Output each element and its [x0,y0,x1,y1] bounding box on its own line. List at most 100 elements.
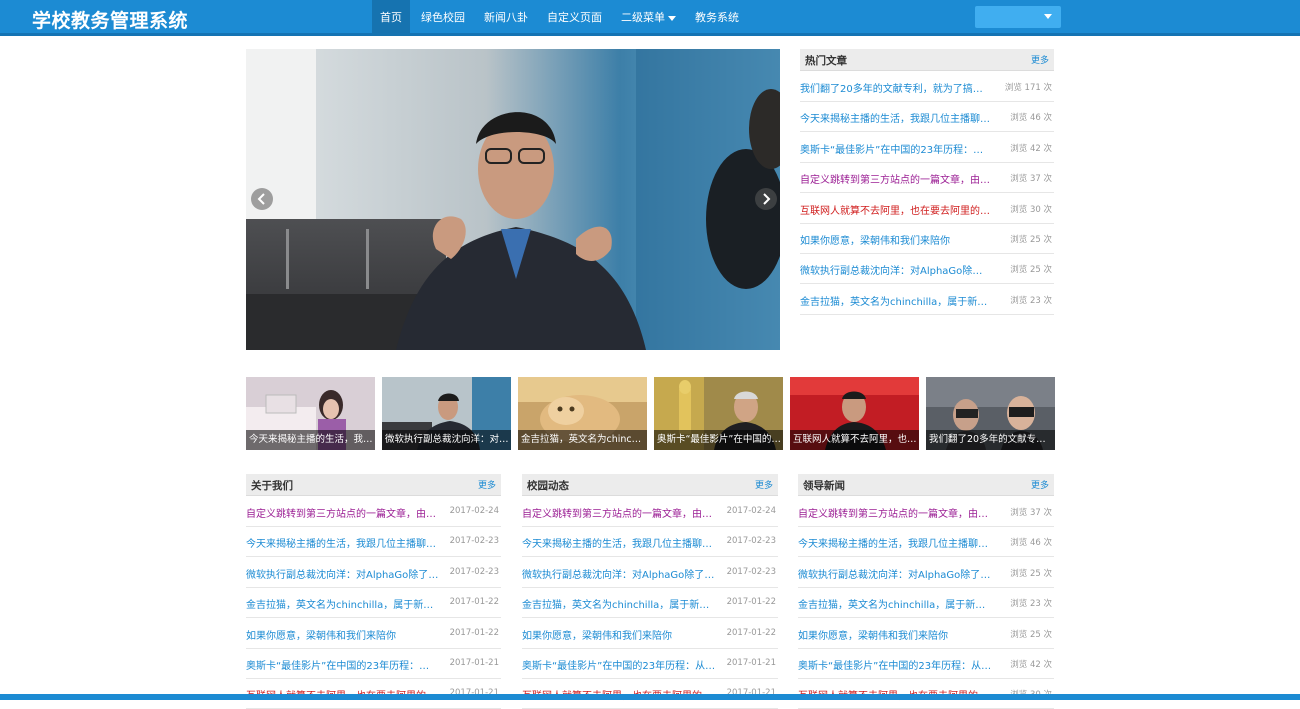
article-link[interactable]: 如果你愿意，梁朝伟和我们来陪你 [246,627,439,642]
article-meta: 2017-02-23 [449,566,499,577]
chevron-left-icon [257,193,265,205]
more-link[interactable]: 更多 [1031,53,1049,66]
list-item[interactable]: 微软执行副总裁沈向洋：对AlphaGo除了敬… 2017-02-23 [246,558,501,588]
list-item[interactable]: 金吉拉猫，英文名为chinchilla，属于新品种… 浏览 23 次 [800,285,1054,315]
carousel-next-button[interactable] [755,188,777,210]
nav-item-home[interactable]: 首页 [372,0,410,36]
article-meta: 浏览 30 次 [1010,204,1052,215]
article-link[interactable]: 自定义跳转到第三方站点的一篇文章，由于… [522,505,716,520]
article-link[interactable]: 微软执行副总裁沈向洋：对AlphaGo除了敬… [246,566,439,581]
list-item[interactable]: 奥斯卡“最佳影片”在中国的23年历程：从亡… 2017-01-21 [522,649,778,679]
nav-item-green-campus[interactable]: 绿色校园 [413,0,473,36]
hot-articles-header: 热门文章 更多 [800,49,1054,71]
article-link[interactable]: 今天来揭秘主播的生活，我跟几位主播聊了… [522,535,716,550]
nav-label: 绿色校园 [421,11,465,24]
list-item[interactable]: 微软执行副总裁沈向洋：对AlphaGo除了敬… 浏览 25 次 [798,558,1054,588]
article-meta: 2017-02-23 [726,566,776,577]
article-link[interactable]: 微软执行副总裁沈向洋：对AlphaGo除了敬… [798,566,992,581]
article-link[interactable]: 奥斯卡“最佳影片”在中国的23年历程：从亡… [522,657,716,672]
leader-news-header: 领导新闻 更多 [798,474,1054,496]
list-item[interactable]: 微软执行副总裁沈向洋：对AlphaGo除了敬… 2017-02-23 [522,558,778,588]
chevron-down-icon [668,15,676,21]
article-meta: 浏览 46 次 [1010,538,1052,549]
article-meta: 2017-01-21 [449,658,499,668]
list-item[interactable]: 如果你愿意，梁朝伟和我们来陪你 浏览 25 次 [798,619,1054,649]
article-meta: 浏览 25 次 [1010,235,1052,245]
main-nav: 首页 绿色校园 新闻八卦 自定义页面 二级菜单 教务系统 [372,0,750,36]
nav-label: 教务系统 [695,11,739,24]
site-logo[interactable]: 学校教务管理系统 [32,6,188,32]
more-link[interactable]: 更多 [478,478,496,491]
more-link[interactable]: 更多 [755,478,773,491]
article-meta: 浏览 46 次 [1010,113,1052,124]
thumbnail-item[interactable]: 我们翻了20多年的文献专利，就为了搞清楚 [926,377,1055,450]
article-link[interactable]: 金吉拉猫，英文名为chinchilla，属于新品种… [246,596,439,611]
list-item[interactable]: 如果你愿意，梁朝伟和我们来陪你 2017-01-22 [246,619,501,649]
list-item[interactable]: 奥斯卡“最佳影片”在中国的23年历程：从亡… 浏览 42 次 [798,649,1054,679]
list-item[interactable]: 我们翻了20多年的文献专利，就为了搞清楚… 浏览 171 次 [800,72,1054,102]
list-item[interactable]: 今天来揭秘主播的生活，我跟几位主播聊了… 浏览 46 次 [800,102,1054,133]
nav-item-news-gossip[interactable]: 新闻八卦 [476,0,536,36]
nav-label: 自定义页面 [547,11,602,24]
article-meta: 浏览 42 次 [1010,143,1052,154]
article-link[interactable]: 今天来揭秘主播的生活，我跟几位主播聊了… [800,110,992,125]
thumbnail-caption: 互联网人就算不去阿里，也在要去阿里的路 [790,430,919,450]
nav-item-submenu[interactable]: 二级菜单 [613,0,684,36]
list-item[interactable]: 自定义跳转到第三方站点的一篇文章，由于… 2017-02-24 [246,497,501,527]
list-item[interactable]: 金吉拉猫，英文名为chinchilla，属于新品种… 2017-01-22 [522,588,778,619]
list-item[interactable]: 今天来揭秘主播的生活，我跟几位主播聊了… 浏览 46 次 [798,527,1054,558]
thumbnail-caption: 今天来揭秘主播的生活，我跟几位主播聊了 [246,430,375,450]
article-link[interactable]: 今天来揭秘主播的生活，我跟几位主播聊了… [246,535,439,550]
article-link[interactable]: 奥斯卡“最佳影片”在中国的23年历程：从亡… [246,657,439,672]
article-meta: 2017-02-24 [449,506,499,516]
article-link[interactable]: 如果你愿意，梁朝伟和我们来陪你 [800,232,992,247]
article-link[interactable]: 金吉拉猫，英文名为chinchilla，属于新品种… [798,596,992,611]
article-link[interactable]: 我们翻了20多年的文献专利，就为了搞清楚… [800,80,992,95]
article-link[interactable]: 金吉拉猫，英文名为chinchilla，属于新品种… [800,293,992,308]
carousel-image [246,49,780,350]
article-link[interactable]: 今天来揭秘主播的生活，我跟几位主播聊了… [798,535,992,550]
carousel-prev-button[interactable] [251,188,273,210]
list-item[interactable]: 自定义跳转到第三方站点的一篇文章，由于… 浏览 37 次 [800,163,1054,194]
article-link[interactable]: 自定义跳转到第三方站点的一篇文章，由于… [246,505,439,520]
article-link[interactable]: 自定义跳转到第三方站点的一篇文章，由于… [798,505,992,520]
list-item[interactable]: 微软执行副总裁沈向洋：对AlphaGo除了敬… 浏览 25 次 [800,254,1054,285]
list-item[interactable]: 自定义跳转到第三方站点的一篇文章，由于… 2017-02-24 [522,497,778,527]
article-link[interactable]: 如果你愿意，梁朝伟和我们来陪你 [522,627,716,642]
article-link[interactable]: 微软执行副总裁沈向洋：对AlphaGo除了敬… [800,262,992,277]
article-link[interactable]: 微软执行副总裁沈向洋：对AlphaGo除了敬… [522,566,716,581]
list-item[interactable]: 如果你愿意，梁朝伟和我们来陪你 2017-01-22 [522,619,778,649]
panel-title: 关于我们 [251,480,293,492]
list-item[interactable]: 如果你愿意，梁朝伟和我们来陪你 浏览 25 次 [800,224,1054,254]
nav-label: 首页 [380,11,402,24]
nav-item-custom-page[interactable]: 自定义页面 [539,0,610,36]
more-link[interactable]: 更多 [1031,478,1049,491]
list-item[interactable]: 奥斯卡“最佳影片”在中国的23年历程：从亡… 浏览 42 次 [800,133,1054,163]
thumbnail-item[interactable]: 今天来揭秘主播的生活，我跟几位主播聊了 [246,377,375,450]
thumbnail-item[interactable]: 互联网人就算不去阿里，也在要去阿里的路 [790,377,919,450]
article-link[interactable]: 互联网人就算不去阿里，也在要去阿里的路… [800,202,992,217]
list-item[interactable]: 金吉拉猫，英文名为chinchilla，属于新品种… 2017-01-22 [246,588,501,619]
hero-carousel[interactable] [246,49,780,350]
nav-item-academic-system[interactable]: 教务系统 [687,0,747,36]
list-item[interactable]: 互联网人就算不去阿里，也在要去阿里的路… 浏览 30 次 [800,194,1054,224]
article-link[interactable]: 奥斯卡“最佳影片”在中国的23年历程：从亡… [800,141,992,156]
thumbnail-item[interactable]: 奥斯卡“最佳影片”在中国的23年历程 [654,377,783,450]
campus-news-header: 校园动态 更多 [522,474,778,496]
list-item[interactable]: 奥斯卡“最佳影片”在中国的23年历程：从亡… 2017-01-21 [246,649,501,679]
article-meta: 浏览 23 次 [1010,599,1052,610]
list-item[interactable]: 自定义跳转到第三方站点的一篇文章，由于… 浏览 37 次 [798,497,1054,527]
user-dropdown-button[interactable] [975,6,1061,28]
article-link[interactable]: 金吉拉猫，英文名为chinchilla，属于新品种… [522,596,716,611]
thumbnail-item[interactable]: 微软执行副总裁沈向洋：对AlphaGo除了敬 [382,377,511,450]
article-link[interactable]: 奥斯卡“最佳影片”在中国的23年历程：从亡… [798,657,992,672]
article-meta: 浏览 25 次 [1010,568,1052,579]
list-item[interactable]: 今天来揭秘主播的生活，我跟几位主播聊了… 2017-02-23 [246,527,501,558]
article-meta: 浏览 171 次 [1004,83,1052,93]
article-link[interactable]: 如果你愿意，梁朝伟和我们来陪你 [798,627,992,642]
article-link[interactable]: 自定义跳转到第三方站点的一篇文章，由于… [800,171,992,186]
list-item[interactable]: 金吉拉猫，英文名为chinchilla，属于新品种… 浏览 23 次 [798,588,1054,619]
thumbnail-caption: 金吉拉猫，英文名为chinchilla，属于新品种 [518,430,647,450]
thumbnail-item[interactable]: 金吉拉猫，英文名为chinchilla，属于新品种 [518,377,647,450]
list-item[interactable]: 今天来揭秘主播的生活，我跟几位主播聊了… 2017-02-23 [522,527,778,558]
